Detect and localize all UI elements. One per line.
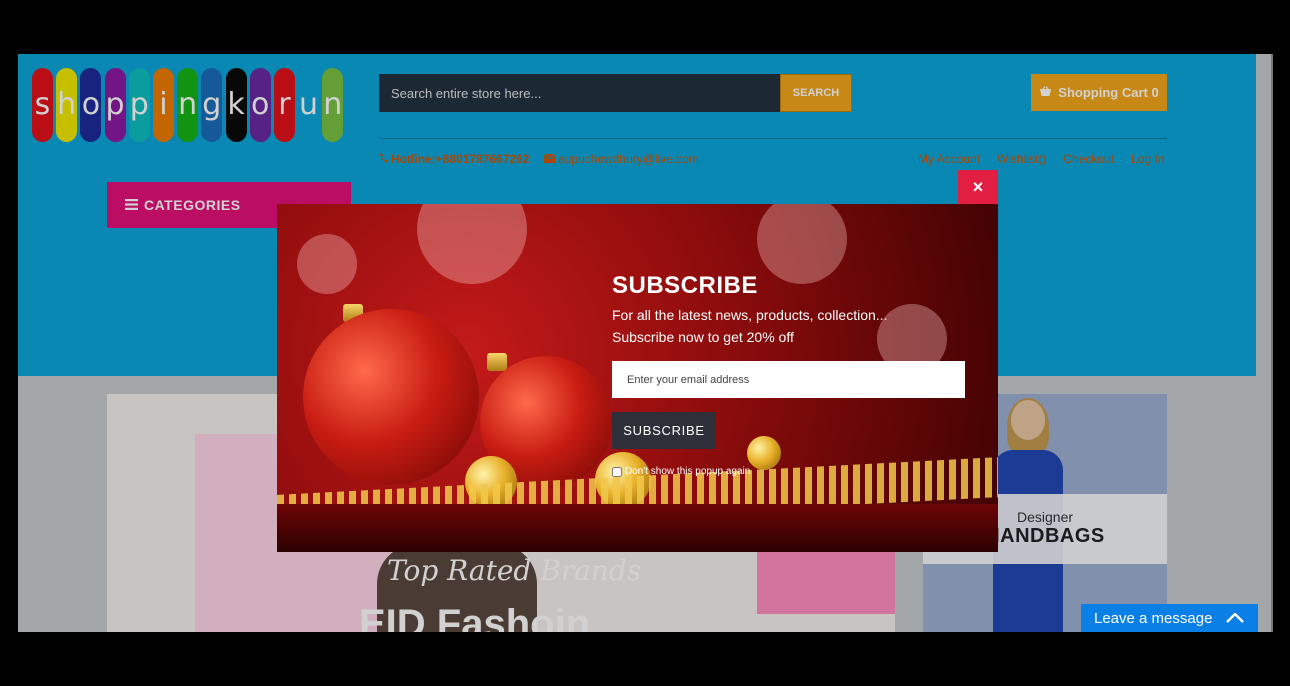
close-popup-button[interactable]: × bbox=[958, 170, 998, 204]
subscribe-popup: SUBSCRIBE For all the latest news, produ… bbox=[277, 204, 998, 552]
popup-title: SUBSCRIBE bbox=[612, 272, 758, 299]
chat-label: Leave a message bbox=[1094, 609, 1213, 627]
live-chat-widget[interactable]: Leave a message bbox=[1081, 604, 1258, 632]
close-icon: × bbox=[972, 176, 984, 197]
dont-show-again[interactable]: Don't show this popup again bbox=[612, 466, 750, 477]
christmas-ornament-image bbox=[303, 309, 479, 485]
reflection-image bbox=[277, 504, 998, 552]
scrollbar[interactable] bbox=[1271, 54, 1273, 632]
browser-viewport: shoppingkorun SEARCH Shopping Cart 0 Hot… bbox=[18, 54, 1273, 632]
maximize-icon[interactable] bbox=[1226, 610, 1244, 627]
dont-show-label: Don't show this popup again bbox=[625, 466, 751, 477]
subscribe-button[interactable]: SUBSCRIBE bbox=[612, 412, 716, 449]
popup-offer-text: Subscribe now to get 20% off bbox=[612, 329, 794, 345]
popup-description: For all the latest news, products, colle… bbox=[612, 307, 888, 323]
email-field[interactable] bbox=[612, 361, 965, 398]
dont-show-checkbox[interactable] bbox=[612, 466, 622, 477]
christmas-ornament-image bbox=[747, 436, 781, 470]
